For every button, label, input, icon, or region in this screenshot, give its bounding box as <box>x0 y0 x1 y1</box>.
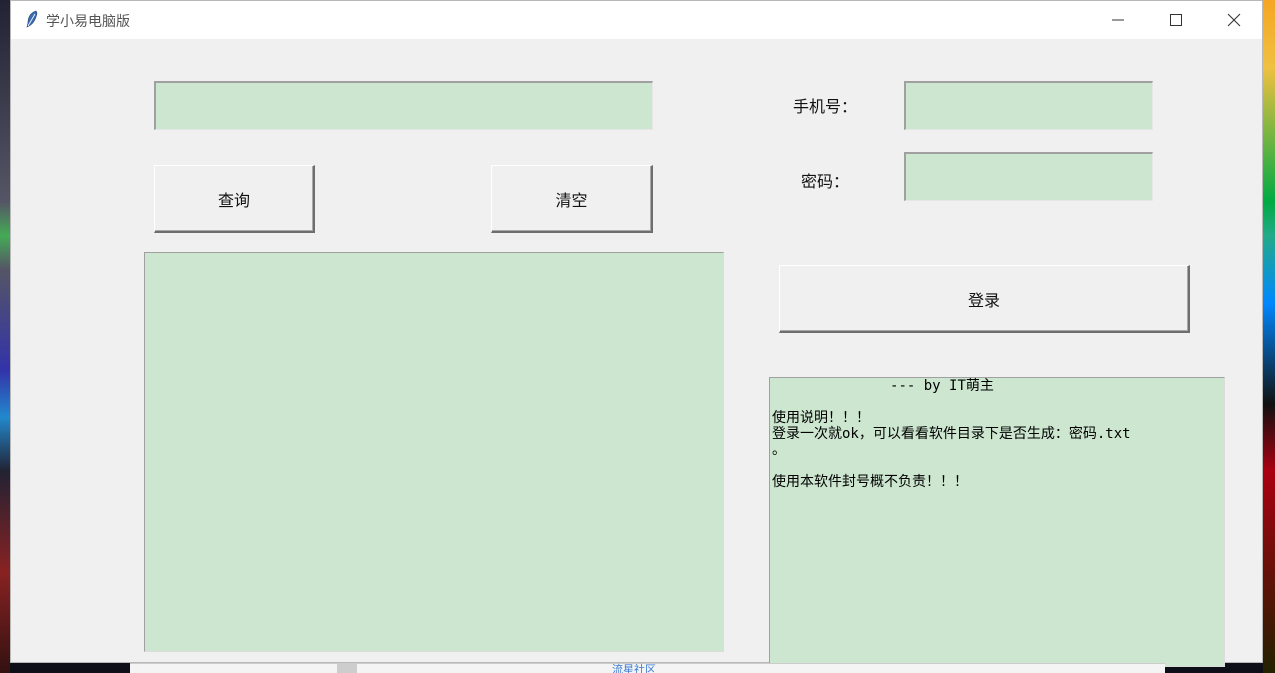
phone-input[interactable] <box>904 81 1153 130</box>
password-input[interactable] <box>904 152 1153 201</box>
search-input[interactable] <box>154 81 653 130</box>
close-button[interactable] <box>1205 1 1263 39</box>
title-bar[interactable]: 学小易电脑版 <box>11 1 1262 39</box>
minimize-button[interactable] <box>1089 1 1147 39</box>
background-scrollbar-thumb <box>337 664 357 673</box>
info-textbox[interactable]: --- by IT萌主 使用说明！！！ 登录一次就ok，可以看看软件目录下是否生… <box>769 377 1225 667</box>
info-text: --- by IT萌主 使用说明！！！ 登录一次就ok，可以看看软件目录下是否生… <box>772 378 1131 490</box>
minimize-icon <box>1112 19 1124 21</box>
login-button[interactable]: 登录 <box>779 265 1190 333</box>
query-button[interactable]: 查询 <box>154 165 315 233</box>
clear-button-label: 清空 <box>555 190 588 210</box>
close-icon <box>1227 13 1241 27</box>
desktop-background-right <box>1263 0 1275 673</box>
results-textbox[interactable] <box>144 252 724 652</box>
feather-icon <box>26 10 38 28</box>
background-site-link[interactable]: 流星社区 <box>612 661 656 673</box>
app-window: 学小易电脑版 查询 清空 手机号： 密码： 登录 --- by IT萌主 使用说… <box>10 0 1263 667</box>
maximize-icon <box>1170 14 1182 26</box>
query-button-label: 查询 <box>217 190 250 210</box>
window-title: 学小易电脑版 <box>46 14 130 30</box>
background-browser-strip: 流星社区 <box>130 663 1165 673</box>
password-label: 密码： <box>801 172 850 191</box>
clear-button[interactable]: 清空 <box>491 165 653 233</box>
desktop-background-left <box>0 0 10 673</box>
login-button-label: 登录 <box>967 290 1000 310</box>
phone-label: 手机号： <box>793 97 858 116</box>
maximize-button[interactable] <box>1147 1 1205 39</box>
